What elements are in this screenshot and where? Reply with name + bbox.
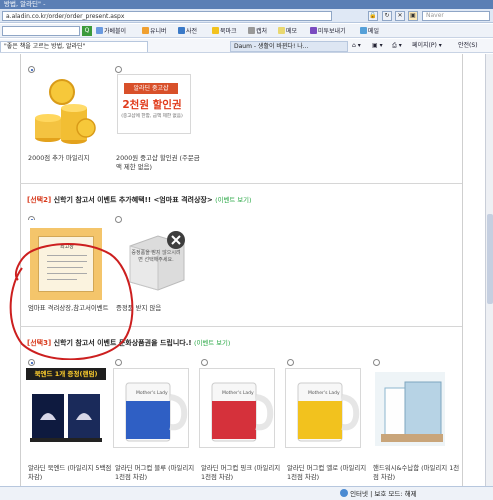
caption-certificate: 엄마표 격려상장,참고서이벤트 bbox=[28, 304, 109, 312]
toolbar-item-1[interactable]: 가베블이 bbox=[96, 27, 126, 36]
section2-title: [선택2] 신학기 참고서 이벤트 추가혜택!! <엄마표 격려상장> (이벤트… bbox=[27, 195, 252, 205]
mug-blue-image: Mother's Lady bbox=[113, 368, 189, 448]
scrollbar-thumb[interactable] bbox=[487, 214, 493, 304]
bookend-badge: 북엔드 1개 증정(랜덤) bbox=[26, 368, 106, 380]
star-icon bbox=[212, 27, 219, 34]
caption-coupon: 2000원 중고샵 할인권 (주문금액 제한 없음) bbox=[116, 154, 200, 171]
radio-mug-blue[interactable] bbox=[115, 359, 122, 366]
stop-icon[interactable]: ✕ bbox=[395, 11, 405, 21]
section2-heading: 신학기 참고서 이벤트 추가혜택!! <엄마표 격려상장> bbox=[53, 196, 213, 204]
status-bar: 인터넷 | 보호 모드: 해제 bbox=[0, 486, 493, 500]
coupon-note: (중고샵에 한함, 금액 제한 없음) bbox=[121, 114, 183, 119]
divider bbox=[20, 183, 462, 184]
window-title: 방법, 알라딘" - bbox=[0, 0, 493, 9]
toolbar-item-8[interactable]: 메일 bbox=[360, 27, 379, 36]
section3-event-link[interactable]: (이벤트 보기) bbox=[194, 339, 230, 347]
radio-mug-pink[interactable] bbox=[201, 359, 208, 366]
coupon-amount: 2천원 할인권 bbox=[122, 99, 182, 111]
certificate-image: 최고상 bbox=[26, 220, 106, 304]
certificate-frame: 최고상 bbox=[30, 228, 102, 300]
tab-bar: "좋은 책을 고르는 방법, 알라딘" Daum - 생활이 바뀐다! 나...… bbox=[0, 39, 493, 53]
caption-bookend: 알라딘 북엔드 (마일리지 5백점 차감) bbox=[28, 464, 112, 481]
caption-mug-yellow: 알라딘 머그컵 옐로 (마일리지 1천점 차감) bbox=[287, 464, 367, 481]
capture-icon bbox=[248, 27, 255, 34]
folder-icon bbox=[142, 27, 149, 34]
address-bar: a.aladin.co.kr/order/order_present.aspx … bbox=[0, 9, 493, 23]
bookmark-icon bbox=[96, 27, 103, 34]
page-content: 2000점 추가 마일리지 알라딘 중고샵 2천원 할인권 (중고샵에 한함, … bbox=[0, 54, 485, 486]
handwash-image bbox=[371, 368, 449, 448]
globe-icon bbox=[340, 489, 348, 497]
dictionary-icon bbox=[178, 27, 185, 34]
certificate-title: 최고상 bbox=[60, 244, 74, 250]
mug-pink-image: Mother's Lady bbox=[199, 368, 275, 448]
toolbar: Q 가베블이 유니버 사전 북마크 캡처 메모 미투보내기 메일 bbox=[0, 24, 493, 38]
radio-no-gift[interactable] bbox=[115, 216, 122, 223]
status-zone: 인터넷 | 보호 모드: 해제 bbox=[340, 489, 417, 499]
mug-label: Mother's Lady bbox=[136, 391, 168, 396]
search-input[interactable]: Naver bbox=[422, 11, 490, 21]
rss-icon[interactable]: ▣ bbox=[408, 11, 418, 21]
coupon-image: 알라딘 중고샵 2천원 할인권 (중고샵에 한함, 금액 제한 없음) bbox=[117, 74, 191, 134]
caption-mug-pink: 알라딘 머그컵 핑크 (마일리지 1천점 차감) bbox=[201, 464, 281, 481]
radio-handwash[interactable] bbox=[373, 359, 380, 366]
radio-coupon[interactable] bbox=[115, 66, 122, 73]
radio-bookend[interactable] bbox=[28, 359, 35, 366]
no-gift-image: 증정품을 받지 않으시려면 선택해주세요. bbox=[124, 226, 188, 298]
memo-icon bbox=[278, 27, 285, 34]
section3-title: [선택3] 신학기 참고서 이벤트 문화상품권을 드립니다.! (이벤트 보기) bbox=[27, 338, 230, 348]
section3-tag: [선택3] bbox=[27, 339, 52, 347]
feed-icon[interactable]: ▣ ▾ bbox=[372, 42, 383, 50]
radio-mileage[interactable] bbox=[28, 66, 35, 73]
bookend-image: 북엔드 1개 증정(랜덤) bbox=[26, 368, 106, 448]
toolbar-item-2[interactable]: 유니버 bbox=[142, 27, 167, 36]
go-button[interactable]: Q bbox=[82, 26, 92, 36]
toolbar-item-4[interactable]: 북마크 bbox=[212, 27, 237, 36]
toolbar-search-input[interactable] bbox=[2, 26, 80, 36]
section2-tag: [선택2] bbox=[27, 196, 52, 204]
mug-label: Mother's Lady bbox=[308, 391, 340, 396]
toolbar-item-3[interactable]: 사전 bbox=[178, 27, 197, 36]
page-menu[interactable]: 페이지(P) ▾ bbox=[412, 42, 442, 50]
no-gift-message: 증정품을 받지 않으시려면 선택해주세요. bbox=[131, 250, 181, 263]
toolbar-item-6[interactable]: 메모 bbox=[278, 27, 297, 36]
radio-mug-yellow[interactable] bbox=[287, 359, 294, 366]
caption-no-gift: 증정품 받지 않음 bbox=[116, 304, 162, 312]
url-field[interactable]: a.aladin.co.kr/order/order_present.aspx bbox=[2, 11, 332, 21]
mileage-coins-image bbox=[26, 74, 102, 152]
caption-mug-blue: 알라딘 머그컵 블루 (마일리지 1천점 차감) bbox=[115, 464, 195, 481]
me2day-icon bbox=[310, 27, 317, 34]
caption-handwash: 핸드워시&수납함 (마일리지 1천점 차감) bbox=[373, 464, 460, 481]
certificate-paper: 최고상 bbox=[38, 236, 94, 292]
section3-heading: 신학기 참고서 이벤트 문화상품권을 드립니다.! bbox=[53, 339, 192, 347]
tab-aladin[interactable]: "좋은 책을 고르는 방법, 알라딘" bbox=[0, 41, 148, 52]
coupon-header: 알라딘 중고샵 bbox=[124, 83, 178, 94]
toolbar-item-7[interactable]: 미투보내기 bbox=[310, 27, 346, 36]
caption-mileage: 2000점 추가 마일리지 bbox=[28, 154, 90, 162]
left-border bbox=[20, 54, 21, 486]
mug-yellow-image: Mother's Lady bbox=[285, 368, 361, 448]
right-border bbox=[462, 54, 463, 486]
mug-label: Mother's Lady bbox=[222, 391, 254, 396]
tab-daum[interactable]: Daum - 생활이 바뀐다! 나... bbox=[230, 41, 348, 52]
home-icon[interactable]: ⌂ ▾ bbox=[352, 42, 361, 50]
status-text: 인터넷 | 보호 모드: 해제 bbox=[350, 490, 417, 498]
refresh-icon[interactable]: ↻ bbox=[382, 11, 392, 21]
lock-icon: 🔒 bbox=[368, 11, 378, 21]
divider bbox=[20, 326, 462, 327]
vertical-scrollbar[interactable] bbox=[485, 54, 493, 486]
print-icon[interactable]: ⎙ ▾ bbox=[392, 42, 402, 50]
toolbar-item-5[interactable]: 캡처 bbox=[248, 27, 267, 36]
mail-icon bbox=[360, 27, 367, 34]
section2-event-link[interactable]: (이벤트 보기) bbox=[215, 196, 251, 204]
safety-menu[interactable]: 안전(S) bbox=[458, 42, 478, 50]
